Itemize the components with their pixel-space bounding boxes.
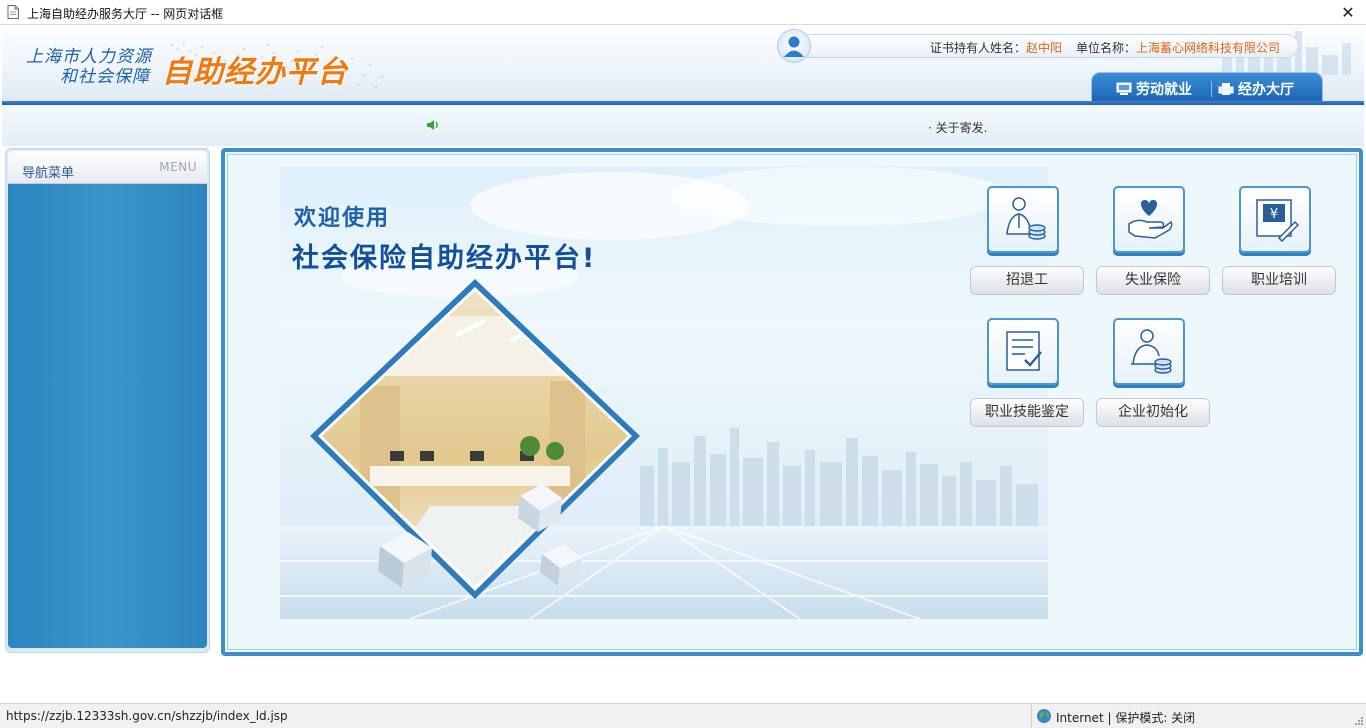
tab-service-hall[interactable]: 经办大厅 <box>1218 79 1294 99</box>
service-label[interactable]: 职业培训 <box>1222 266 1336 295</box>
heart-hand-icon <box>1113 186 1185 253</box>
service-label[interactable]: 企业初始化 <box>1096 398 1210 427</box>
document-icon <box>7 5 19 19</box>
user-info-bar: 证书持有人姓名：赵中阳 单位名称：上海蓄心网络科技有限公司 <box>777 29 1299 63</box>
user-avatar-icon <box>777 29 811 63</box>
side-nav-title-en: MENU <box>159 160 197 174</box>
worker-coins-icon <box>987 186 1059 253</box>
logo-line2: 和社会保障 <box>60 67 150 87</box>
top-nav-tabs: 劳动就业 经办大厅 <box>1091 72 1323 103</box>
security-zone[interactable]: Internet | 保护模式: 关闭 <box>1031 704 1362 728</box>
side-nav-title: 导航菜单 <box>22 166 75 181</box>
close-icon[interactable]: ✕ <box>1330 0 1366 25</box>
tab-label: 经办大厅 <box>1238 82 1294 98</box>
window-title: 上海自助经办服务大厅 -- 网页对话框 <box>27 7 224 21</box>
welcome-line1: 欢迎使用 <box>294 206 391 231</box>
monitor-icon <box>1116 82 1132 95</box>
welcome-line2: 社会保险自助经办平台! <box>292 243 597 274</box>
main-panel-inner: 欢迎使用 社会保险自助经办平台! 招退工 失业保险 ¥ 职业培训 职业技能鉴定 … <box>227 154 1357 650</box>
service-label[interactable]: 职业技能鉴定 <box>970 398 1084 427</box>
checklist-icon <box>987 318 1059 385</box>
unit-name: 上海蓄心网络科技有限公司 <box>1135 41 1280 55</box>
notice-strip: · 关于寄发. <box>2 105 1364 146</box>
speaker-icon <box>427 120 438 130</box>
holder-name: 赵中阳 <box>1025 41 1062 55</box>
site-header: 上海市人力资源 和社会保障 自助经办平台 证书持有人姓名：赵中阳 单位名称：上海蓄… <box>2 25 1364 103</box>
side-nav-body <box>8 184 207 648</box>
printer-icon <box>1218 83 1234 95</box>
notice-link[interactable]: · 关于寄发. <box>928 119 987 136</box>
person-coins-icon <box>1113 318 1185 385</box>
welcome-banner: 欢迎使用 社会保险自助经办平台! <box>280 166 1048 619</box>
tab-divider <box>1211 81 1212 97</box>
user-info-text: 证书持有人姓名：赵中阳 单位名称：上海蓄心网络科技有限公司 <box>930 39 1280 56</box>
logo-main-title: 自助经办平台 <box>162 55 348 90</box>
service-label[interactable]: 失业保险 <box>1096 266 1210 295</box>
status-url: https://zzjb.12333sh.gov.cn/shzzjb/index… <box>6 709 288 723</box>
side-nav-header: 导航菜单 MENU <box>8 151 207 184</box>
side-navigation: 导航菜单 MENU <box>5 148 210 653</box>
yuan-document-icon: ¥ <box>1239 186 1311 253</box>
service-label[interactable]: 招退工 <box>970 266 1084 295</box>
globe-icon <box>1037 709 1051 723</box>
browser-statusbar: https://zzjb.12333sh.gov.cn/shzzjb/index… <box>0 703 1366 728</box>
window-titlebar: 上海自助经办服务大厅 -- 网页对话框 ✕ <box>0 0 1366 25</box>
tab-label: 劳动就业 <box>1136 82 1192 98</box>
banner-illustration <box>280 166 1048 619</box>
tab-labor-employment[interactable]: 劳动就业 <box>1116 79 1192 99</box>
main-panel: 欢迎使用 社会保险自助经办平台! 招退工 失业保险 ¥ 职业培训 职业技能鉴定 … <box>221 148 1363 656</box>
unit-label: 单位名称： <box>1075 41 1136 55</box>
holder-label: 证书持有人姓名： <box>929 41 1026 55</box>
svg-text:¥: ¥ <box>1270 207 1278 222</box>
resize-grip-icon[interactable] <box>1354 716 1364 726</box>
zone-text: Internet | 保护模式: 关闭 <box>1056 711 1196 725</box>
